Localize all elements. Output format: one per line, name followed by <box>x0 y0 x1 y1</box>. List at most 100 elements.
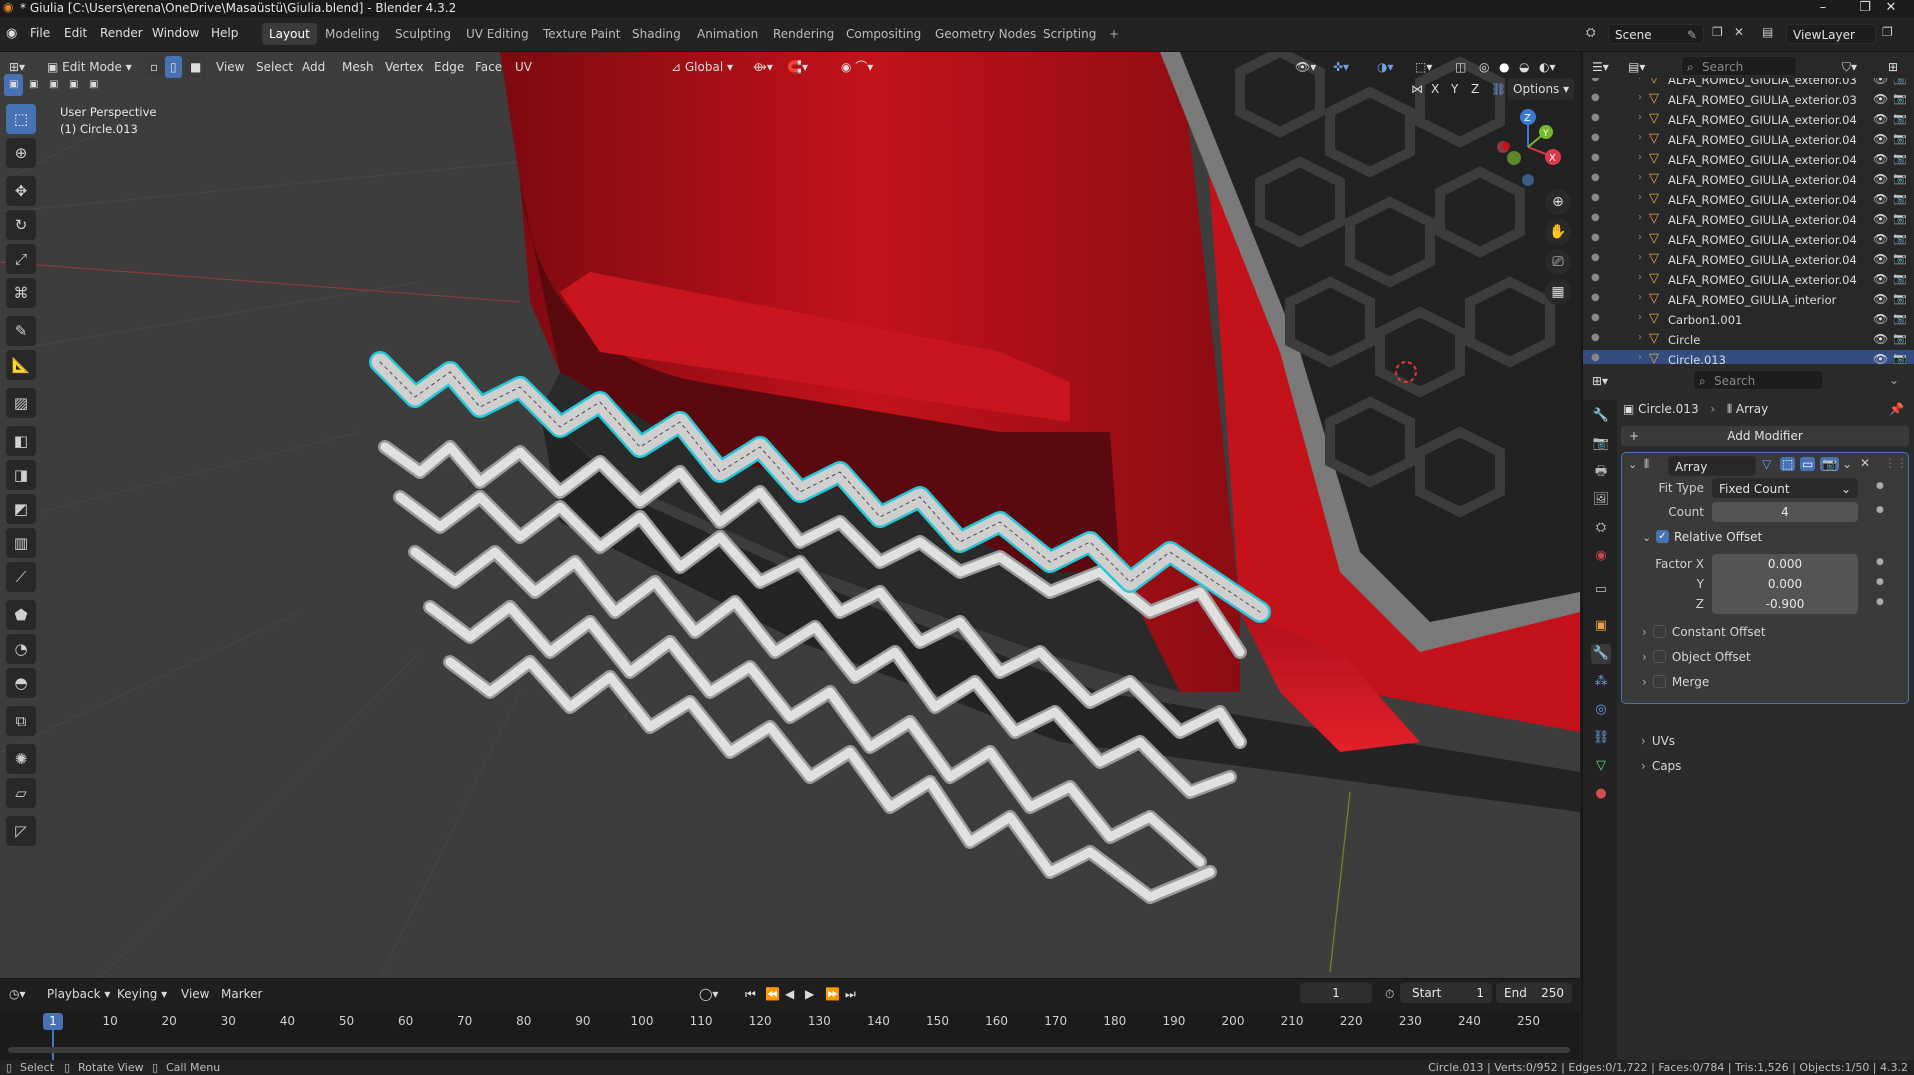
orthographic-toggle-icon[interactable]: ▦ <box>1545 279 1571 305</box>
remove-modifier-icon[interactable]: ✕ <box>1860 456 1870 470</box>
outliner-row[interactable]: ● › ▽ ALFA_ROMEO_GIULIA_exterior.04 👁 📷 <box>1583 270 1914 290</box>
tool-annotate-icon[interactable]: ✎ <box>6 316 36 346</box>
properties-search-input[interactable]: ⌕ Search <box>1693 370 1823 390</box>
play-reverse-icon[interactable]: ◀ <box>780 983 799 1005</box>
expand-arrow-icon[interactable]: › <box>1638 152 1642 163</box>
tab-physics-icon[interactable]: ◎ <box>1591 700 1611 720</box>
tool-bevel-icon[interactable]: ◩ <box>6 494 36 524</box>
auto-keying-icon[interactable]: ◯▾ <box>694 983 723 1005</box>
current-frame-field[interactable]: 1 <box>1300 983 1372 1003</box>
tool-loop-cut-icon[interactable]: ▥ <box>6 528 36 558</box>
outliner-row[interactable]: ● › ▽ ALFA_ROMEO_GIULIA_exterior.04 👁 📷 <box>1583 230 1914 250</box>
tool-cursor-icon[interactable]: ⊕ <box>6 138 36 168</box>
shading-material-icon[interactable]: ◒ <box>1514 56 1534 78</box>
tab-material-icon[interactable]: ● <box>1591 784 1611 804</box>
expand-arrow-icon[interactable]: › <box>1638 132 1642 143</box>
timeline-menu-marker[interactable]: Marker <box>216 983 267 1005</box>
face-select-icon[interactable]: ■ <box>185 56 207 78</box>
camera-icon[interactable]: 📷 <box>1893 352 1907 364</box>
select-invert-icon[interactable]: ▣ <box>64 74 83 96</box>
expand-arrow-icon[interactable]: › <box>1638 352 1642 363</box>
3d-viewport[interactable]: ⊞▾ ▣ Edit Mode ▾ ▫ ▯ ■ View Select Add M… <box>0 52 1580 978</box>
eye-icon[interactable]: 👁 <box>1873 352 1888 364</box>
render-display-icon[interactable]: 📷 <box>1820 457 1839 471</box>
preview-range-icon[interactable]: ⏱ <box>1380 983 1399 1005</box>
tool-move-icon[interactable]: ✥ <box>6 176 36 206</box>
expand-arrow-icon[interactable]: › <box>1638 252 1642 263</box>
tab-scripting[interactable]: Scripting <box>1036 23 1103 45</box>
eye-icon[interactable]: 👁 <box>1873 152 1888 166</box>
merge-subpanel[interactable]: › Merge <box>1642 675 1709 689</box>
modifier-menu-icon[interactable]: ⌄ <box>1842 457 1852 471</box>
camera-icon[interactable]: 📷 <box>1893 232 1907 245</box>
shading-solid-icon[interactable]: ● <box>1494 56 1514 78</box>
viewport-scene[interactable] <box>0 52 1580 978</box>
tool-inset-icon[interactable]: ◨ <box>6 460 36 490</box>
uvs-subpanel[interactable]: › UVs <box>1641 734 1675 748</box>
expand-arrow-icon[interactable]: › <box>1638 192 1642 203</box>
play-icon[interactable]: ▶ <box>800 983 819 1005</box>
xray-icon[interactable]: ◫ <box>1450 56 1471 78</box>
expand-arrow-icon[interactable]: › <box>1638 312 1642 323</box>
tab-uv-editing[interactable]: UV Editing <box>459 23 536 45</box>
object-offset-checkbox[interactable] <box>1652 650 1666 663</box>
eye-icon[interactable]: 👁 <box>1873 252 1888 266</box>
camera-icon[interactable]: 📷 <box>1893 132 1907 145</box>
editmode-display-icon[interactable]: ⬚ <box>1780 457 1796 471</box>
factor-x-field[interactable]: 0.000 <box>1712 554 1858 574</box>
tab-object-icon[interactable]: ▣ <box>1591 616 1611 636</box>
eye-icon[interactable]: 👁 <box>1873 172 1888 186</box>
merge-checkbox[interactable] <box>1652 675 1666 688</box>
tab-view-layer-icon[interactable]: 🖼 <box>1591 490 1611 510</box>
visibility-icon[interactable]: 👁▾ <box>1290 56 1321 78</box>
edit-mode-cage-icon[interactable]: ▽ <box>1762 457 1771 471</box>
camera-icon[interactable]: 📷 <box>1893 172 1907 185</box>
camera-icon[interactable]: 📷 <box>1893 92 1907 105</box>
collapse-icon[interactable]: ⌄ <box>1889 373 1899 387</box>
outliner-row[interactable]: ● › ▽ ALFA_ROMEO_GIULIA_exterior.04 👁 📷 <box>1583 130 1914 150</box>
camera-icon[interactable]: 📷 <box>1893 332 1907 345</box>
tab-tool-icon[interactable]: 🔧 <box>1591 406 1611 426</box>
outliner-row[interactable]: ● › ▽ ALFA_ROMEO_GIULIA_interior 👁 📷 <box>1583 290 1914 310</box>
tab-compositing[interactable]: Compositing <box>839 23 928 45</box>
outliner-row[interactable]: ● › ▽ Circle 👁 📷 <box>1583 330 1914 350</box>
new-scene-icon[interactable]: ❐ <box>1712 25 1723 39</box>
eye-icon[interactable]: 👁 <box>1873 212 1888 226</box>
expand-arrow-icon[interactable]: › <box>1638 78 1642 83</box>
tab-data-icon[interactable]: ▽ <box>1591 756 1611 776</box>
tool-shear-icon[interactable]: ▱ <box>6 778 36 808</box>
end-frame-field[interactable]: End 250 <box>1496 983 1572 1003</box>
viewport-menu-face[interactable]: Face <box>470 56 507 78</box>
tab-particles-icon[interactable]: ⁂ <box>1591 672 1611 692</box>
playhead[interactable]: 1 <box>43 1013 63 1030</box>
camera-icon[interactable]: 📷 <box>1893 292 1907 305</box>
eye-icon[interactable]: 👁 <box>1873 232 1888 246</box>
tab-texture-paint[interactable]: Texture Paint <box>536 23 627 45</box>
display-mode-icon[interactable]: ▤▾ <box>1623 56 1650 78</box>
outliner-row[interactable]: ● › ▽ ALFA_ROMEO_GIULIA_exterior.04 👁 📷 <box>1583 190 1914 210</box>
object-offset-subpanel[interactable]: › Object Offset <box>1642 650 1751 664</box>
select-subtract-icon[interactable]: ▣ <box>44 74 63 96</box>
expand-arrow-icon[interactable]: › <box>1638 292 1642 303</box>
vertex-select-icon[interactable]: ▫ <box>145 56 164 78</box>
tool-knife-icon[interactable]: ⟋ <box>6 562 36 592</box>
viewport-menu-add[interactable]: Add <box>297 56 330 78</box>
select-intersect-icon[interactable]: ▣ <box>84 74 103 96</box>
camera-icon[interactable]: 📷 <box>1893 212 1907 225</box>
outliner-row[interactable]: ● › ▽ Circle.013 👁 📷 <box>1583 350 1914 364</box>
camera-icon[interactable]: 📷 <box>1893 192 1907 205</box>
tab-modeling[interactable]: Modeling <box>318 23 387 45</box>
edge-select-icon[interactable]: ▯ <box>165 56 182 78</box>
outliner[interactable]: ☰▾ ▤▾ ⌕ Search ⛉▾ ⊞ ● › ▽ ALFA_ROMEO_GIULIA_… <box>1582 52 1914 364</box>
tool-extrude-icon[interactable]: ◧ <box>6 426 36 456</box>
menu-file[interactable]: File <box>30 26 50 40</box>
view-layer-selector[interactable]: ViewLayer <box>1786 24 1876 44</box>
factor-x-anim-dot[interactable]: ● <box>1876 557 1884 567</box>
snap-icon[interactable]: 🧲▾ <box>782 56 813 78</box>
jump-end-icon[interactable]: ⏭ <box>840 983 861 1005</box>
filter-icon[interactable]: ⛉▾ <box>1837 56 1862 78</box>
eye-icon[interactable]: 👁 <box>1873 78 1888 86</box>
scene-selector[interactable]: Scene ✎ <box>1608 24 1704 44</box>
mesh-overlay-icon[interactable]: ⬚▾ <box>1410 56 1437 78</box>
modifier-name-input[interactable]: Array <box>1668 456 1756 476</box>
